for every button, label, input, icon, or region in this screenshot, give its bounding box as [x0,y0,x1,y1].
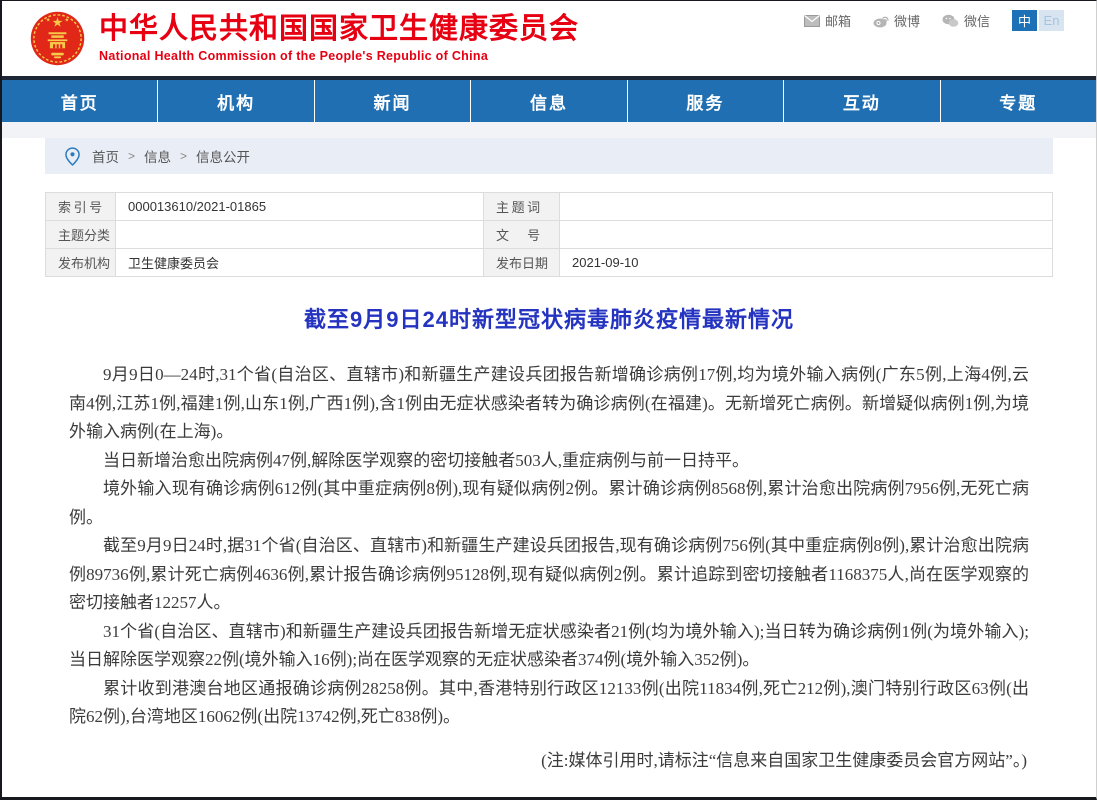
header-tools: 邮箱 微博 微信 [804,10,1064,31]
lang-toggle-zh[interactable]: 中 [1012,10,1037,31]
issuing-agency-value: 卫生健康委员会 [116,249,484,277]
national-emblem-logo[interactable] [29,10,86,67]
article: 截至9月9日24时新型冠状病毒肺炎疫情最新情况 9月9日0—24时,31个省(自… [45,302,1053,775]
breadcrumb-separator: > [180,149,187,163]
wechat-label: 微信 [964,11,990,30]
topic-category-value [116,221,484,249]
article-body: 9月9日0—24时,31个省(自治区、直辖市)和新疆生产建设兵团报告新增确诊病例… [69,361,1029,732]
nav-gap-strip [2,122,1096,138]
doc-meta-table: 索引号 000013610/2021-01865 主题词 主题分类 文号 发布机… [45,192,1053,277]
breadcrumb-separator: > [128,149,135,163]
table-row: 索引号 000013610/2021-01865 主题词 [46,193,1053,221]
nav-item-topics[interactable]: 专题 [940,80,1096,122]
weibo-icon [873,14,889,28]
article-paragraph: 截至9月9日24时,据31个省(自治区、直辖市)和新疆生产建设兵团报告,现有确诊… [69,532,1029,618]
topic-category-label: 主题分类 [46,221,116,249]
site-header: 中华人民共和国国家卫生健康委员会 National Health Commiss… [2,1,1096,76]
table-row: 发布机构 卫生健康委员会 发布日期 2021-09-10 [46,249,1053,277]
wechat-link[interactable]: 微信 [942,11,990,30]
wechat-icon [942,14,959,28]
nav-item-news[interactable]: 新闻 [314,80,470,122]
location-pin-icon [65,147,80,166]
index-number-label: 索引号 [46,193,116,221]
article-paragraph: 9月9日0—24时,31个省(自治区、直辖市)和新疆生产建设兵团报告新增确诊病例… [69,361,1029,447]
breadcrumb-info-disclosure[interactable]: 信息公开 [196,146,250,166]
site-subtitle: National Health Commission of the People… [99,49,579,63]
mail-label: 邮箱 [825,11,851,30]
index-number-value: 000013610/2021-01865 [116,193,484,221]
nav-item-home[interactable]: 首页 [2,80,157,122]
article-paragraph: 31个省(自治区、直辖市)和新疆生产建设兵团报告新增无症状感染者21例(均为境外… [69,618,1029,675]
article-paragraph: 当日新增治愈出院病例47例,解除医学观察的密切接触者503人,重症病例与前一日持… [69,447,1029,476]
mail-link[interactable]: 邮箱 [804,11,851,30]
breadcrumb-info[interactable]: 信息 [144,146,171,166]
breadcrumb-home[interactable]: 首页 [92,146,119,166]
subject-word-value [560,193,1053,221]
browser-window: 中华人民共和国国家卫生健康委员会 National Health Commiss… [0,0,1097,800]
table-row: 主题分类 文号 [46,221,1053,249]
nav-item-info[interactable]: 信息 [470,80,626,122]
doc-number-value [560,221,1053,249]
article-paragraph: 境外输入现有确诊病例612例(其中重症病例8例),现有疑似病例2例。累计确诊病例… [69,475,1029,532]
weibo-link[interactable]: 微博 [873,11,920,30]
publish-date-value: 2021-09-10 [560,249,1053,277]
nav-item-services[interactable]: 服务 [627,80,783,122]
weibo-label: 微博 [894,11,920,30]
nav-item-interact[interactable]: 互动 [783,80,939,122]
article-paragraph: 累计收到港澳台地区通报确诊病例28258例。其中,香港特别行政区12133例(出… [69,675,1029,732]
site-title: 中华人民共和国国家卫生健康委员会 [99,14,579,44]
main-nav: 首页 机构 新闻 信息 服务 互动 专题 [2,76,1096,122]
lang-toggle-en[interactable]: En [1039,10,1064,31]
doc-number-label: 文号 [484,221,560,249]
mail-icon [804,15,820,27]
subject-word-label: 主题词 [484,193,560,221]
article-note: (注:媒体引用时,请标注“信息来自国家卫生健康委员会官方网站”。) [69,747,1029,775]
issuing-agency-label: 发布机构 [46,249,116,277]
article-title: 截至9月9日24时新型冠状病毒肺炎疫情最新情况 [69,302,1029,334]
site-title-block[interactable]: 中华人民共和国国家卫生健康委员会 National Health Commiss… [99,14,579,63]
publish-date-label: 发布日期 [484,249,560,277]
nav-item-org[interactable]: 机构 [157,80,313,122]
breadcrumb: 首页 > 信息 > 信息公开 [45,138,1053,174]
